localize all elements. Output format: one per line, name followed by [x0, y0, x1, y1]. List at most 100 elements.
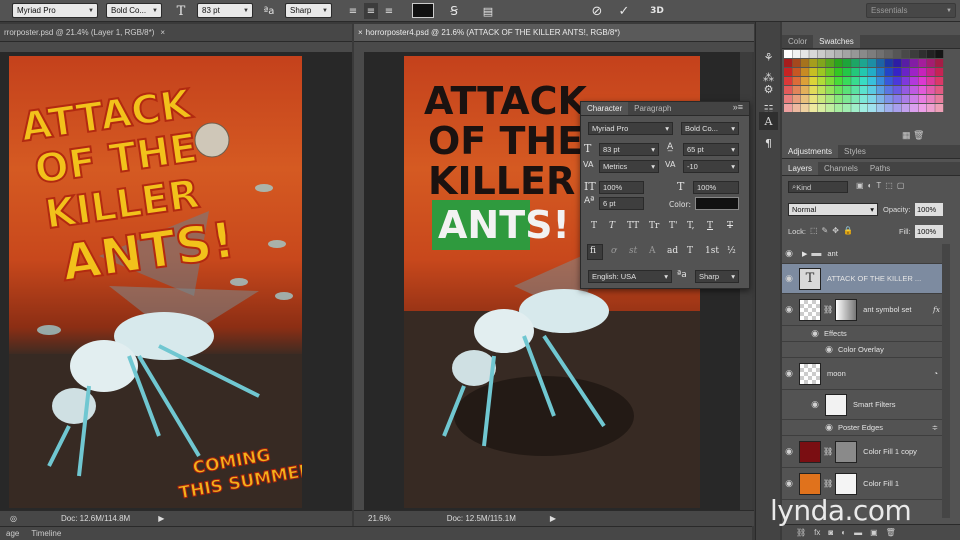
- ordinals-button[interactable]: 1st: [705, 246, 719, 256]
- swatch-cell[interactable]: [842, 77, 851, 85]
- swatch-cell[interactable]: [809, 104, 818, 112]
- swatch-cell[interactable]: [868, 86, 876, 94]
- char-font-style[interactable]: Bold Co... ▾: [681, 122, 739, 135]
- layer-filter-kind[interactable]: ⌕ Kind: [788, 181, 848, 193]
- character-panel-icon[interactable]: A: [759, 112, 778, 130]
- swatch-cell[interactable]: [842, 68, 851, 76]
- filter-options-icon[interactable]: ≑: [932, 423, 938, 432]
- swatch-cell[interactable]: [893, 68, 902, 76]
- chevron-right-icon[interactable]: ▶: [802, 250, 807, 258]
- swatch-cell[interactable]: [935, 86, 944, 94]
- paragraph-panel-icon[interactable]: ¶: [759, 134, 778, 152]
- swatch-cell[interactable]: [868, 59, 876, 67]
- swatch-cell[interactable]: [893, 86, 902, 94]
- ligatures-button[interactable]: fi: [590, 246, 596, 256]
- swatch-cell[interactable]: [935, 77, 944, 85]
- visibility-eye-icon[interactable]: ◉: [782, 274, 796, 284]
- swatch-cell[interactable]: [834, 68, 843, 76]
- swatch-cell[interactable]: [884, 104, 893, 112]
- new-group-icon[interactable]: ▬: [854, 528, 862, 537]
- visibility-eye-icon[interactable]: ◉: [808, 329, 822, 339]
- swatch-cell[interactable]: [918, 59, 927, 67]
- swatch-cell[interactable]: [859, 95, 868, 103]
- swatch-cell[interactable]: [901, 59, 910, 67]
- fx-menu-icon[interactable]: fx: [814, 528, 820, 537]
- swatch-cell[interactable]: [800, 86, 809, 94]
- swatch-cell[interactable]: [876, 95, 885, 103]
- visibility-eye-icon[interactable]: ◉: [822, 423, 836, 433]
- swatch-cell[interactable]: [918, 68, 927, 76]
- char-horizontal-scale[interactable]: 100%: [693, 181, 739, 194]
- swatch-cell[interactable]: [817, 50, 826, 58]
- swatch-cell[interactable]: [876, 59, 885, 67]
- swatch-cell[interactable]: [910, 86, 918, 94]
- swatch-cell[interactable]: [926, 95, 935, 103]
- swatch-cell[interactable]: [926, 104, 935, 112]
- visibility-eye-icon[interactable]: ◉: [808, 400, 822, 410]
- char-size[interactable]: 83 pt ▾: [599, 143, 659, 156]
- strikethrough-button[interactable]: T: [727, 221, 733, 231]
- fx-icon[interactable]: fx: [933, 305, 940, 314]
- swatch-cell[interactable]: [817, 104, 826, 112]
- align-center-icon[interactable]: ≡: [364, 3, 378, 19]
- swatch-cell[interactable]: [834, 86, 843, 94]
- layers-scrollbar[interactable]: [942, 244, 950, 518]
- subscript-button[interactable]: T,: [687, 221, 695, 231]
- swatch-cell[interactable]: [910, 95, 918, 103]
- tab-character[interactable]: Character: [581, 102, 629, 115]
- swatch-cell[interactable]: [792, 77, 801, 85]
- swatch-cell[interactable]: [935, 68, 944, 76]
- close-icon[interactable]: ×: [160, 28, 165, 37]
- swatch-cell[interactable]: [800, 68, 809, 76]
- swatch-cell[interactable]: [817, 86, 826, 94]
- layer-row-color-overlay[interactable]: ◉ Color Overlay: [782, 342, 942, 358]
- close-icon[interactable]: ×: [358, 28, 363, 37]
- fractions-button[interactable]: ½: [727, 246, 736, 256]
- swatch-cell[interactable]: [826, 95, 834, 103]
- swatch-cell[interactable]: [918, 95, 927, 103]
- adjustment-icon[interactable]: ◐: [841, 528, 846, 537]
- layer-row-ant[interactable]: ◉ ▶ ▬ ant: [782, 244, 942, 264]
- swatch-cell[interactable]: [792, 59, 801, 67]
- swatch-cell[interactable]: [842, 59, 851, 67]
- swatch-cell[interactable]: [809, 95, 818, 103]
- swatch-cell[interactable]: [834, 77, 843, 85]
- swatch-cell[interactable]: [884, 77, 893, 85]
- swatch-cell[interactable]: [859, 68, 868, 76]
- swatch-cell[interactable]: [918, 50, 927, 58]
- char-anti-alias[interactable]: Sharp ▾: [695, 270, 739, 283]
- swatch-cell[interactable]: [935, 50, 944, 58]
- tab-styles[interactable]: Styles: [838, 145, 872, 158]
- old-style-button[interactable]: ơ: [611, 246, 616, 256]
- blend-mode-select[interactable]: Normal ▾: [788, 203, 878, 216]
- swatch-cell[interactable]: [809, 50, 818, 58]
- layer-row-moon[interactable]: ◉ moon ◔: [782, 358, 942, 390]
- link-layers-icon[interactable]: ⛓: [796, 528, 806, 537]
- faux-italic-button[interactable]: T: [609, 221, 615, 231]
- swatch-cell[interactable]: [817, 59, 826, 67]
- visibility-eye-icon[interactable]: ◉: [782, 447, 796, 457]
- small-caps-button[interactable]: Tr: [649, 221, 659, 231]
- layer-row-effects[interactable]: ◉ Effects: [782, 326, 942, 342]
- status-menu-icon[interactable]: ▶: [550, 514, 556, 523]
- swatch-cell[interactable]: [884, 68, 893, 76]
- swatch-cell[interactable]: [918, 86, 927, 94]
- swatch-cell[interactable]: [868, 50, 876, 58]
- swatch-cell[interactable]: [834, 50, 843, 58]
- swatch-cell[interactable]: [868, 68, 876, 76]
- swatch-cell[interactable]: [884, 95, 893, 103]
- swatch-cell[interactable]: [851, 68, 860, 76]
- swatch-cell[interactable]: [809, 77, 818, 85]
- swatch-grid[interactable]: [784, 50, 944, 126]
- font-style-select[interactable]: Bold Co... ▼: [106, 3, 162, 18]
- char-vertical-scale[interactable]: 100%: [599, 181, 644, 194]
- tab-message[interactable]: age: [0, 529, 25, 538]
- discretionary-ligatures-button[interactable]: st: [629, 246, 637, 256]
- swatch-cell[interactable]: [876, 104, 885, 112]
- tab-document-right[interactable]: × horrorposter4.psd @ 21.6% (ATTACK OF TH…: [354, 24, 754, 42]
- swatch-cell[interactable]: [901, 50, 910, 58]
- swatch-cell[interactable]: [901, 95, 910, 103]
- visibility-eye-icon[interactable]: ◉: [782, 305, 796, 315]
- swatch-cell[interactable]: [893, 77, 902, 85]
- anti-alias-select[interactable]: Sharp ▼: [285, 3, 332, 18]
